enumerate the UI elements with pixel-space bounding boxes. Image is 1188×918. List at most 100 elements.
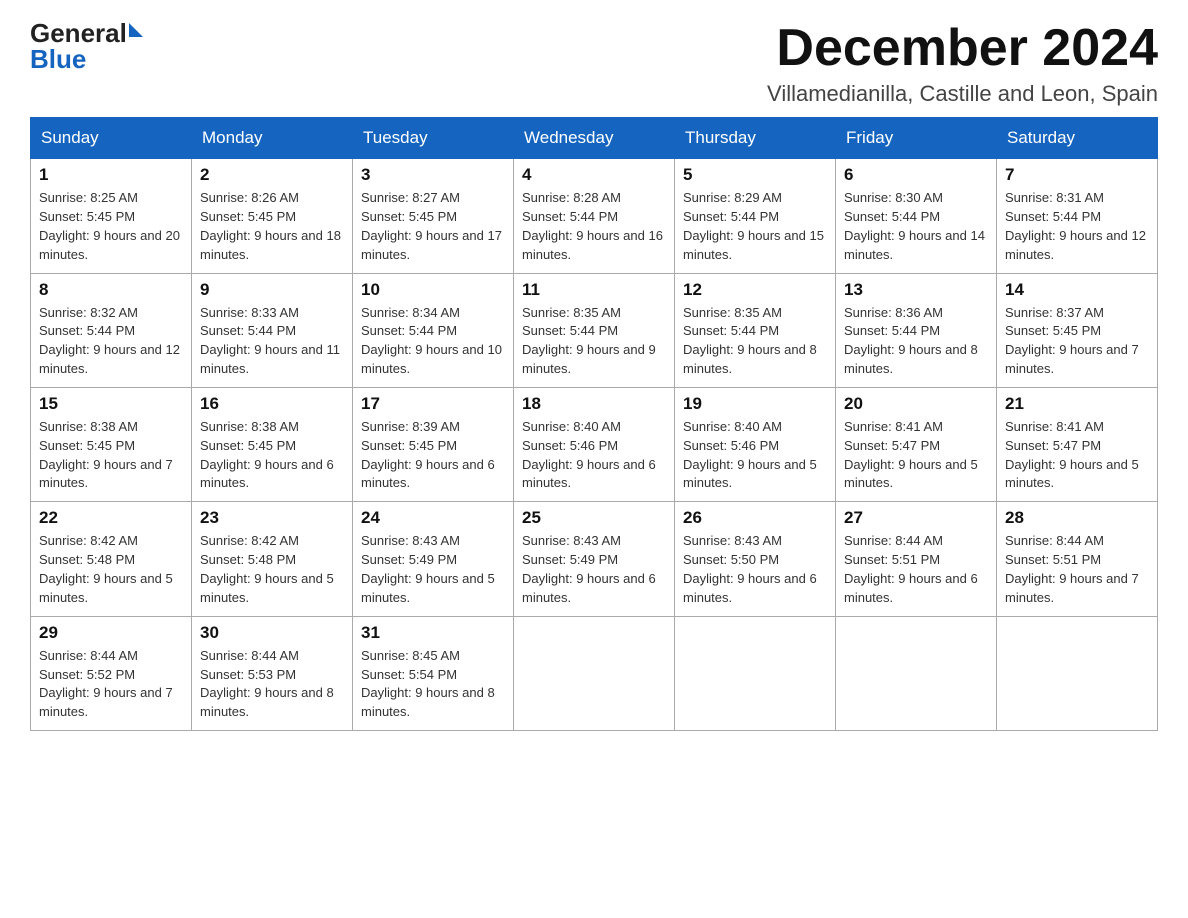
day-number: 25 xyxy=(522,508,666,528)
calendar-cell xyxy=(836,616,997,730)
day-number: 5 xyxy=(683,165,827,185)
day-number: 24 xyxy=(361,508,505,528)
day-number: 19 xyxy=(683,394,827,414)
day-number: 31 xyxy=(361,623,505,643)
calendar-cell: 23 Sunrise: 8:42 AMSunset: 5:48 PMDaylig… xyxy=(192,502,353,616)
weekday-header-sunday: Sunday xyxy=(31,118,192,159)
day-info: Sunrise: 8:43 AMSunset: 5:49 PMDaylight:… xyxy=(361,532,505,607)
calendar-week-row: 15 Sunrise: 8:38 AMSunset: 5:45 PMDaylig… xyxy=(31,387,1158,501)
day-number: 14 xyxy=(1005,280,1149,300)
day-info: Sunrise: 8:26 AMSunset: 5:45 PMDaylight:… xyxy=(200,189,344,264)
calendar-cell: 12 Sunrise: 8:35 AMSunset: 5:44 PMDaylig… xyxy=(675,273,836,387)
calendar-cell: 9 Sunrise: 8:33 AMSunset: 5:44 PMDayligh… xyxy=(192,273,353,387)
month-title: December 2024 xyxy=(767,20,1158,77)
calendar-cell: 24 Sunrise: 8:43 AMSunset: 5:49 PMDaylig… xyxy=(353,502,514,616)
calendar-cell: 2 Sunrise: 8:26 AMSunset: 5:45 PMDayligh… xyxy=(192,159,353,273)
calendar-cell: 1 Sunrise: 8:25 AMSunset: 5:45 PMDayligh… xyxy=(31,159,192,273)
day-info: Sunrise: 8:44 AMSunset: 5:51 PMDaylight:… xyxy=(844,532,988,607)
weekday-header-thursday: Thursday xyxy=(675,118,836,159)
day-info: Sunrise: 8:40 AMSunset: 5:46 PMDaylight:… xyxy=(522,418,666,493)
day-number: 3 xyxy=(361,165,505,185)
calendar-cell: 5 Sunrise: 8:29 AMSunset: 5:44 PMDayligh… xyxy=(675,159,836,273)
calendar-cell: 4 Sunrise: 8:28 AMSunset: 5:44 PMDayligh… xyxy=(514,159,675,273)
day-number: 28 xyxy=(1005,508,1149,528)
day-info: Sunrise: 8:43 AMSunset: 5:50 PMDaylight:… xyxy=(683,532,827,607)
day-info: Sunrise: 8:34 AMSunset: 5:44 PMDaylight:… xyxy=(361,304,505,379)
day-info: Sunrise: 8:33 AMSunset: 5:44 PMDaylight:… xyxy=(200,304,344,379)
day-number: 10 xyxy=(361,280,505,300)
day-info: Sunrise: 8:38 AMSunset: 5:45 PMDaylight:… xyxy=(200,418,344,493)
day-info: Sunrise: 8:43 AMSunset: 5:49 PMDaylight:… xyxy=(522,532,666,607)
day-info: Sunrise: 8:41 AMSunset: 5:47 PMDaylight:… xyxy=(1005,418,1149,493)
day-info: Sunrise: 8:27 AMSunset: 5:45 PMDaylight:… xyxy=(361,189,505,264)
day-number: 18 xyxy=(522,394,666,414)
calendar-cell xyxy=(997,616,1158,730)
calendar-week-row: 8 Sunrise: 8:32 AMSunset: 5:44 PMDayligh… xyxy=(31,273,1158,387)
calendar-cell: 14 Sunrise: 8:37 AMSunset: 5:45 PMDaylig… xyxy=(997,273,1158,387)
calendar-table: SundayMondayTuesdayWednesdayThursdayFrid… xyxy=(30,117,1158,731)
day-info: Sunrise: 8:44 AMSunset: 5:53 PMDaylight:… xyxy=(200,647,344,722)
header: General Blue December 2024 Villamedianil… xyxy=(30,20,1158,107)
calendar-cell: 3 Sunrise: 8:27 AMSunset: 5:45 PMDayligh… xyxy=(353,159,514,273)
day-info: Sunrise: 8:40 AMSunset: 5:46 PMDaylight:… xyxy=(683,418,827,493)
day-number: 30 xyxy=(200,623,344,643)
day-info: Sunrise: 8:31 AMSunset: 5:44 PMDaylight:… xyxy=(1005,189,1149,264)
calendar-cell: 19 Sunrise: 8:40 AMSunset: 5:46 PMDaylig… xyxy=(675,387,836,501)
calendar-week-row: 29 Sunrise: 8:44 AMSunset: 5:52 PMDaylig… xyxy=(31,616,1158,730)
day-number: 12 xyxy=(683,280,827,300)
calendar-cell: 30 Sunrise: 8:44 AMSunset: 5:53 PMDaylig… xyxy=(192,616,353,730)
day-info: Sunrise: 8:35 AMSunset: 5:44 PMDaylight:… xyxy=(683,304,827,379)
day-number: 27 xyxy=(844,508,988,528)
calendar-cell: 20 Sunrise: 8:41 AMSunset: 5:47 PMDaylig… xyxy=(836,387,997,501)
day-number: 1 xyxy=(39,165,183,185)
weekday-header-monday: Monday xyxy=(192,118,353,159)
day-number: 8 xyxy=(39,280,183,300)
calendar-week-row: 22 Sunrise: 8:42 AMSunset: 5:48 PMDaylig… xyxy=(31,502,1158,616)
calendar-cell: 6 Sunrise: 8:30 AMSunset: 5:44 PMDayligh… xyxy=(836,159,997,273)
day-info: Sunrise: 8:32 AMSunset: 5:44 PMDaylight:… xyxy=(39,304,183,379)
calendar-cell: 17 Sunrise: 8:39 AMSunset: 5:45 PMDaylig… xyxy=(353,387,514,501)
calendar-cell: 21 Sunrise: 8:41 AMSunset: 5:47 PMDaylig… xyxy=(997,387,1158,501)
calendar-cell xyxy=(514,616,675,730)
calendar-cell: 31 Sunrise: 8:45 AMSunset: 5:54 PMDaylig… xyxy=(353,616,514,730)
day-info: Sunrise: 8:28 AMSunset: 5:44 PMDaylight:… xyxy=(522,189,666,264)
day-info: Sunrise: 8:38 AMSunset: 5:45 PMDaylight:… xyxy=(39,418,183,493)
day-info: Sunrise: 8:44 AMSunset: 5:51 PMDaylight:… xyxy=(1005,532,1149,607)
day-number: 21 xyxy=(1005,394,1149,414)
calendar-cell: 8 Sunrise: 8:32 AMSunset: 5:44 PMDayligh… xyxy=(31,273,192,387)
weekday-header-wednesday: Wednesday xyxy=(514,118,675,159)
weekday-header-tuesday: Tuesday xyxy=(353,118,514,159)
calendar-cell: 13 Sunrise: 8:36 AMSunset: 5:44 PMDaylig… xyxy=(836,273,997,387)
logo-blue-text: Blue xyxy=(30,44,86,75)
calendar-cell: 11 Sunrise: 8:35 AMSunset: 5:44 PMDaylig… xyxy=(514,273,675,387)
weekday-header-saturday: Saturday xyxy=(997,118,1158,159)
day-number: 22 xyxy=(39,508,183,528)
day-number: 20 xyxy=(844,394,988,414)
day-info: Sunrise: 8:36 AMSunset: 5:44 PMDaylight:… xyxy=(844,304,988,379)
day-number: 15 xyxy=(39,394,183,414)
location-title: Villamedianilla, Castille and Leon, Spai… xyxy=(767,81,1158,107)
calendar-cell: 28 Sunrise: 8:44 AMSunset: 5:51 PMDaylig… xyxy=(997,502,1158,616)
day-info: Sunrise: 8:39 AMSunset: 5:45 PMDaylight:… xyxy=(361,418,505,493)
day-number: 6 xyxy=(844,165,988,185)
day-number: 17 xyxy=(361,394,505,414)
weekday-header-row: SundayMondayTuesdayWednesdayThursdayFrid… xyxy=(31,118,1158,159)
day-number: 7 xyxy=(1005,165,1149,185)
day-number: 4 xyxy=(522,165,666,185)
day-info: Sunrise: 8:30 AMSunset: 5:44 PMDaylight:… xyxy=(844,189,988,264)
day-info: Sunrise: 8:45 AMSunset: 5:54 PMDaylight:… xyxy=(361,647,505,722)
day-number: 11 xyxy=(522,280,666,300)
title-area: December 2024 Villamedianilla, Castille … xyxy=(767,20,1158,107)
day-info: Sunrise: 8:25 AMSunset: 5:45 PMDaylight:… xyxy=(39,189,183,264)
day-info: Sunrise: 8:42 AMSunset: 5:48 PMDaylight:… xyxy=(39,532,183,607)
calendar-cell: 27 Sunrise: 8:44 AMSunset: 5:51 PMDaylig… xyxy=(836,502,997,616)
calendar-cell xyxy=(675,616,836,730)
calendar-cell: 15 Sunrise: 8:38 AMSunset: 5:45 PMDaylig… xyxy=(31,387,192,501)
logo-general-text: General xyxy=(30,20,127,46)
logo: General Blue xyxy=(30,20,143,75)
calendar-cell: 22 Sunrise: 8:42 AMSunset: 5:48 PMDaylig… xyxy=(31,502,192,616)
logo-triangle-icon xyxy=(129,23,143,37)
day-number: 26 xyxy=(683,508,827,528)
calendar-cell: 29 Sunrise: 8:44 AMSunset: 5:52 PMDaylig… xyxy=(31,616,192,730)
calendar-week-row: 1 Sunrise: 8:25 AMSunset: 5:45 PMDayligh… xyxy=(31,159,1158,273)
